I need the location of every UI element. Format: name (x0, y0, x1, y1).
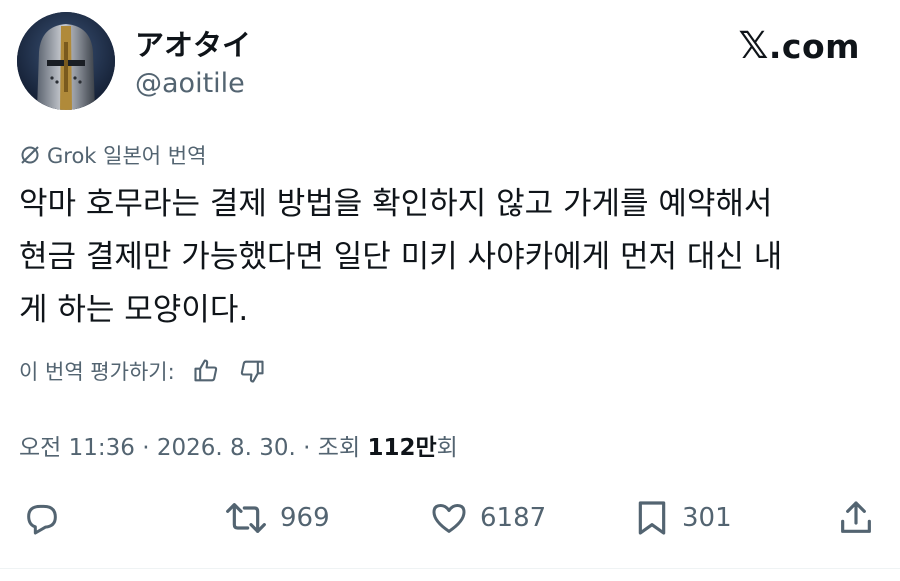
author-display-name[interactable]: アオタイ (135, 22, 251, 64)
thumbs-up-icon (194, 359, 217, 382)
share-icon (841, 501, 871, 533)
like-button[interactable]: 6187 (428, 492, 546, 544)
divider (0, 568, 900, 569)
retweet-button[interactable]: 969 (222, 492, 330, 544)
brand-suffix: .com (768, 27, 860, 66)
views-suffix: 회 (436, 435, 458, 461)
author-handle[interactable]: @aoitile (135, 68, 245, 99)
reply-button[interactable] (22, 492, 62, 544)
bookmark-icon (638, 501, 666, 535)
meta-separator: · (295, 435, 318, 461)
reply-icon (27, 504, 57, 535)
translation-label-text: Grok 일본어 번역 (47, 144, 207, 168)
bookmark-button[interactable]: 301 (632, 492, 732, 544)
thumbs-down-button[interactable] (237, 356, 267, 386)
rate-translation: 이 번역 평가하기: (19, 356, 267, 386)
rate-translation-label: 이 번역 평가하기: (19, 360, 175, 384)
tweet-text: 악마 호무라는 결제 방법을 확인하지 않고 가게를 예약해서 현금 결제만 가… (19, 178, 869, 337)
retweet-count: 969 (280, 503, 330, 533)
tweet-line: 게 하는 모양이다. (19, 292, 249, 328)
action-bar: 969 6187 301 (0, 492, 900, 544)
grok-icon (21, 146, 39, 164)
tweet-meta: 오전 11:36 · 2026. 8. 30. · 조회 112만회 (19, 428, 458, 462)
like-count: 6187 (480, 503, 547, 533)
knight-helmet-avatar-image (17, 12, 115, 110)
share-button[interactable] (836, 492, 876, 544)
thumbs-up-button[interactable] (191, 356, 221, 386)
meta-separator: · (134, 435, 157, 461)
views-prefix: 조회 (317, 435, 368, 461)
x-logo-icon: 𝕏 (738, 24, 769, 67)
tweet-date[interactable]: 2026. 8. 30. (157, 435, 296, 461)
tweet-line: 현금 결제만 가능했다면 일단 미키 사야카에게 먼저 대신 내 (19, 239, 783, 275)
views-count: 112만 (367, 435, 437, 461)
x-com-brand: 𝕏.com (739, 24, 860, 67)
bookmark-count: 301 (682, 503, 732, 533)
translation-label: Grok 일본어 번역 (19, 140, 206, 170)
retweet-icon (226, 503, 266, 533)
heart-icon (432, 504, 466, 533)
tweet-line: 악마 호무라는 결제 방법을 확인하지 않고 가게를 예약해서 (19, 186, 773, 222)
tweet-time[interactable]: 오전 11:36 (19, 435, 135, 461)
thumbs-down-icon (240, 360, 264, 383)
avatar[interactable] (17, 12, 115, 110)
